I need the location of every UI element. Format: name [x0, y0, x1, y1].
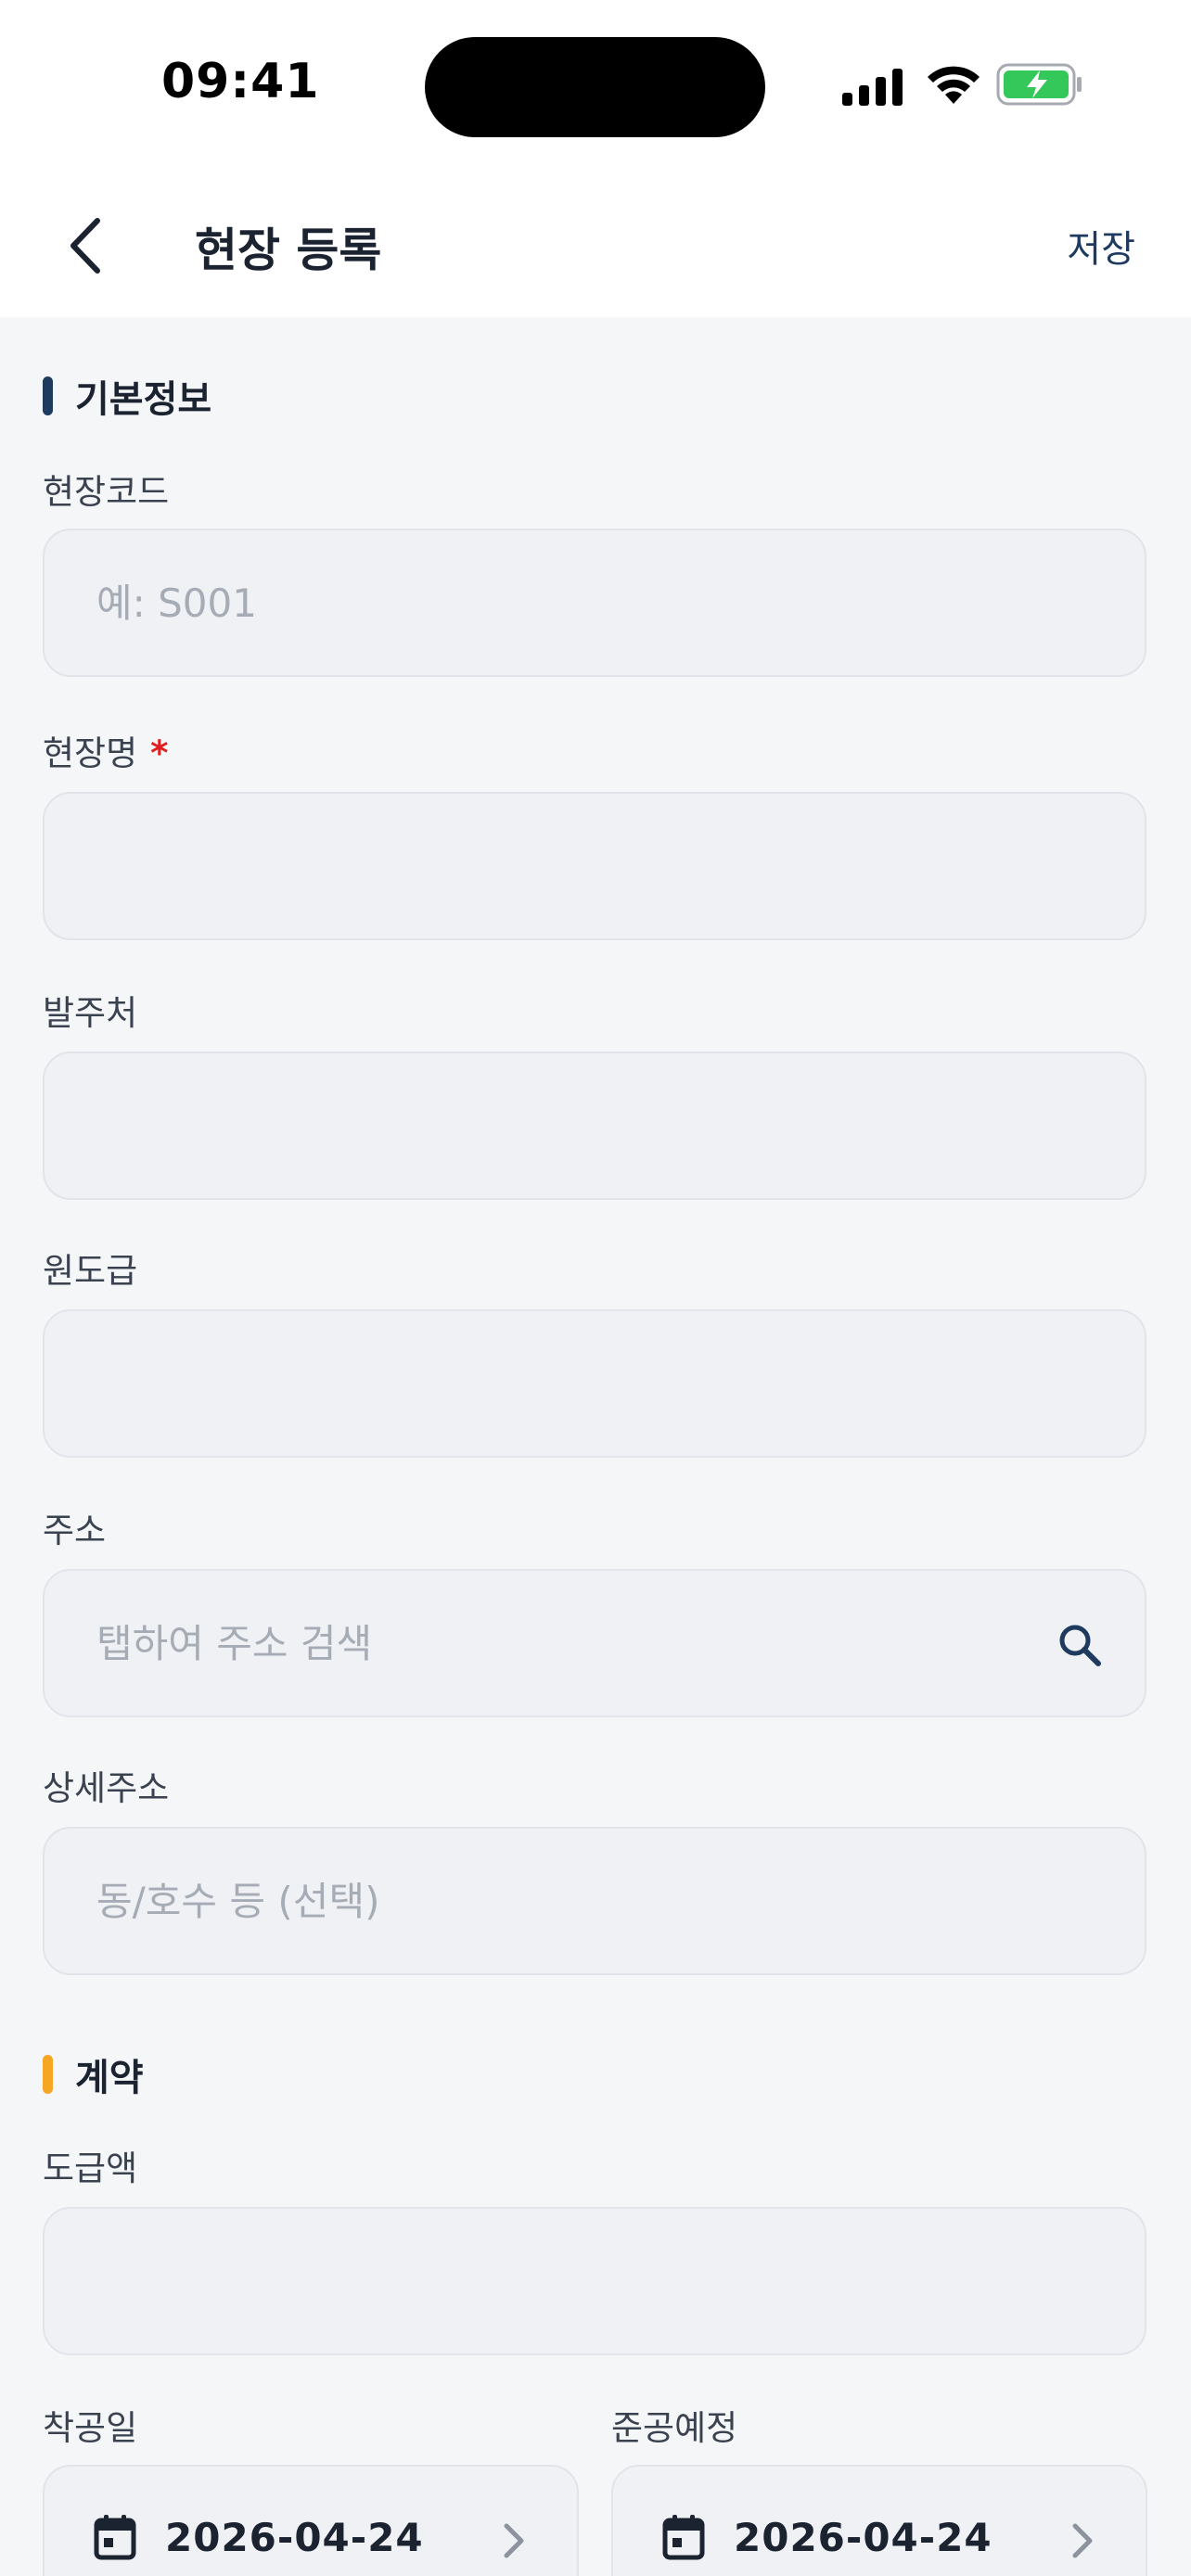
- end-date-picker[interactable]: 2026-04-24: [611, 2465, 1147, 2576]
- client-label: 발주처: [43, 993, 138, 1033]
- prime-contractor-label: 원도급: [43, 1251, 138, 1291]
- status-bar: 09:41: [0, 0, 1191, 176]
- section-accent-bar: [43, 2055, 53, 2094]
- back-button[interactable]: [43, 204, 126, 287]
- client-input[interactable]: [96, 1053, 1024, 1198]
- section-header-contract: 계약: [43, 2047, 144, 2101]
- client-field[interactable]: [43, 1052, 1146, 1200]
- site-name-field[interactable]: [43, 792, 1146, 940]
- address-detail-input[interactable]: [96, 1829, 1024, 1973]
- start-date-label: 착공일: [43, 2408, 138, 2448]
- site-name-input[interactable]: [96, 794, 1024, 938]
- section-title-contract: 계약: [75, 2057, 144, 2099]
- end-date-label: 준공예정: [611, 2408, 738, 2448]
- contract-amount-field[interactable]: [43, 2207, 1146, 2355]
- chevron-right-icon: [504, 2523, 524, 2558]
- prime-contractor-input[interactable]: [96, 1311, 1024, 1456]
- cellular-signal-icon: [842, 69, 903, 106]
- required-mark: *: [150, 733, 169, 773]
- address-label: 주소: [43, 1511, 107, 1550]
- save-button[interactable]: 저장: [1067, 219, 1135, 273]
- battery-charging-icon: [996, 63, 1082, 106]
- site-code-label: 현장코드: [43, 472, 170, 512]
- address-detail-field[interactable]: [43, 1827, 1146, 1975]
- status-time: 09:41: [161, 54, 320, 109]
- calendar-icon: [662, 2515, 705, 2560]
- site-code-field[interactable]: [43, 529, 1146, 677]
- contract-amount-label: 도급액: [43, 2149, 138, 2188]
- address-detail-label: 상세주소: [43, 1768, 170, 1808]
- section-title-basic: 기본정보: [75, 378, 212, 421]
- page-title: 현장 등록: [195, 223, 382, 277]
- site-name-label-text: 현장명: [43, 733, 138, 773]
- section-accent-bar: [43, 376, 53, 415]
- calendar-icon: [94, 2515, 136, 2560]
- address-search-field[interactable]: [43, 1569, 1146, 1717]
- site-registration-screen: 09:41 현장 등록 저장 기본정보 현장코드 예: S001 현장명 * 발…: [0, 0, 1191, 2576]
- section-header-basic: 기본정보: [43, 369, 211, 423]
- address-input[interactable]: [96, 1571, 1024, 1715]
- search-icon[interactable]: [1056, 1621, 1104, 1669]
- start-date-value: 2026-04-24: [165, 2515, 424, 2560]
- chevron-right-icon: [1072, 2523, 1093, 2558]
- site-code-input[interactable]: [96, 530, 1024, 675]
- wifi-icon: [928, 66, 980, 104]
- contract-amount-input[interactable]: [96, 2209, 1024, 2353]
- prime-contractor-field[interactable]: [43, 1309, 1146, 1458]
- chevron-left-icon: [70, 218, 100, 274]
- start-date-picker[interactable]: 2026-04-24: [43, 2465, 579, 2576]
- site-name-label: 현장명 *: [43, 725, 168, 775]
- dynamic-island: [425, 37, 765, 137]
- navigation-bar: 현장 등록 저장: [0, 176, 1191, 317]
- end-date-value: 2026-04-24: [734, 2515, 992, 2560]
